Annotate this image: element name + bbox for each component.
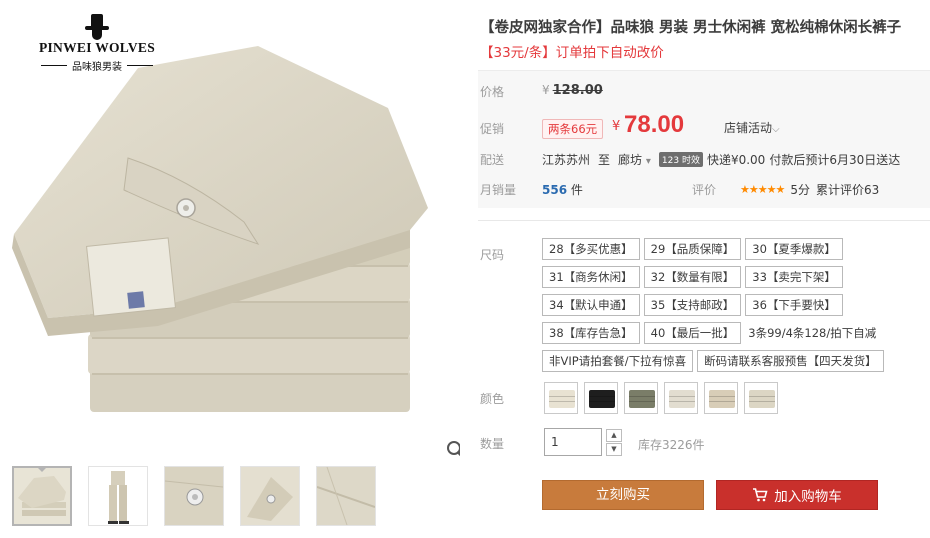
thumbnail-3[interactable] [164, 466, 224, 526]
folded-pants-image [12, 46, 428, 412]
ship-destination-select[interactable]: 廊坊 ▾ [618, 151, 651, 168]
promo-currency: ¥ [612, 119, 621, 134]
add-to-cart-button[interactable]: 加入购物车 [716, 480, 878, 510]
brand-logo: PINWEI WOLVES 品味狼男装 [22, 12, 172, 73]
rating-row: 评价 ★★★★★ 5分 累计评价63 [692, 181, 879, 198]
stock-count: 库存3226件 [638, 438, 705, 452]
product-info-panel: 【卷皮网独家合作】品味狼 男装 男士休闲裤 宽松纯棉休闲长裤子 【33元/条】订… [478, 0, 930, 538]
quantity-decrease-button[interactable]: ▼ [606, 443, 622, 456]
color-swatch[interactable] [704, 382, 738, 414]
sales-label: 月销量 [480, 183, 517, 197]
size-option[interactable]: 36【下手要快】 [745, 294, 843, 316]
quantity-label: 数量 [480, 437, 505, 451]
product-gallery: PINWEI WOLVES 品味狼男装 [0, 0, 460, 538]
quantity-increase-button[interactable]: ▲ [606, 429, 622, 442]
total-reviews-link[interactable]: 累计评价63 [816, 181, 879, 198]
shipping-row: 江苏苏州 至 廊坊 ▾ 123 时效 快递¥0.00 付款后预计6月30日送达 [542, 151, 901, 168]
chevron-down-icon: ⌵ [772, 124, 780, 135]
quantity-input[interactable] [544, 428, 602, 456]
size-option[interactable]: 28【多买优惠】 [542, 238, 640, 260]
size-option[interactable]: 29【品质保障】 [643, 238, 742, 260]
shipping-fee: 快递¥0.00 [706, 153, 766, 167]
size-option[interactable]: 断码请联系客服预售【四天发货】 [697, 350, 884, 372]
caret-down-icon: ▾ [645, 156, 651, 167]
shop-activity-dropdown[interactable]: 店铺活动⌵ [724, 119, 780, 136]
shipping-label: 配送 [480, 153, 505, 167]
size-option[interactable]: 34【默认申通】 [542, 294, 640, 316]
size-options: 28【多买优惠】 29【品质保障】 30【夏季爆款】 31【商务休闲】 32【数… [542, 238, 927, 372]
brand-subtitle: 品味狼男装 [72, 62, 122, 73]
thumbnail-4[interactable] [240, 466, 300, 526]
size-option[interactable]: 40【最后一批】 [643, 322, 742, 344]
promo-tag: 两条66元 [542, 119, 604, 139]
color-options [544, 382, 778, 414]
ship-from: 江苏苏州 [542, 153, 591, 167]
thumbnail-strip [12, 466, 376, 526]
buy-now-button[interactable]: 立刻购买 [542, 480, 704, 510]
size-option[interactable]: 30【夏季爆款】 [745, 238, 843, 260]
promo-price: 78.00 [624, 111, 685, 138]
color-label: 颜色 [480, 392, 505, 406]
size-option[interactable]: 33【卖完下架】 [745, 266, 843, 288]
color-swatch[interactable] [584, 382, 618, 414]
wolf-head-logo-icon [84, 12, 110, 40]
color-swatch[interactable] [624, 382, 658, 414]
rating-stars-icon: ★★★★★ [740, 183, 785, 196]
thumbnail-5[interactable] [316, 466, 376, 526]
rating-score: 5分 [790, 183, 810, 197]
size-option[interactable]: 3条99/4条128/拍下自减 [745, 322, 879, 344]
size-option[interactable]: 31【商务休闲】 [542, 266, 640, 288]
divider [478, 220, 930, 221]
size-label: 尺码 [480, 248, 505, 262]
product-title: 【卷皮网独家合作】品味狼 男装 男士休闲裤 宽松纯棉休闲长裤子 [480, 20, 902, 36]
delivery-time-badge: 123 时效 [658, 152, 703, 167]
size-option[interactable]: 32【数量有限】 [643, 266, 742, 288]
color-swatch[interactable] [544, 382, 578, 414]
main-product-image[interactable]: PINWEI WOLVES 品味狼男装 [8, 8, 460, 458]
cart-icon [753, 488, 768, 502]
delivery-estimate: 付款后预计6月30日送达 [769, 153, 901, 167]
promo-label: 促销 [480, 122, 505, 136]
review-label: 评价 [692, 183, 717, 197]
size-option[interactable]: 35【支持邮政】 [643, 294, 742, 316]
color-swatch[interactable] [664, 382, 698, 414]
monthly-sales: 556 件 [542, 183, 583, 197]
size-option[interactable]: 非VIP请拍套餐/下拉有惊喜 [542, 350, 694, 372]
original-price: ¥128.00 [542, 83, 603, 98]
thumbnail-2[interactable] [88, 466, 148, 526]
brand-name: PINWEI WOLVES [38, 40, 156, 55]
thumbnail-1[interactable] [12, 466, 72, 526]
zoom-icon[interactable] [446, 440, 460, 458]
price-label: 价格 [480, 85, 505, 99]
size-option[interactable]: 38【库存告急】 [542, 322, 640, 344]
product-subtitle: 【33元/条】订单拍下自动改价 [480, 45, 664, 61]
price-panel: 价格 ¥128.00 促销 两条66元 ¥ 78.00 店铺活动⌵ 配送 江苏苏… [478, 70, 930, 208]
color-swatch[interactable] [744, 382, 778, 414]
